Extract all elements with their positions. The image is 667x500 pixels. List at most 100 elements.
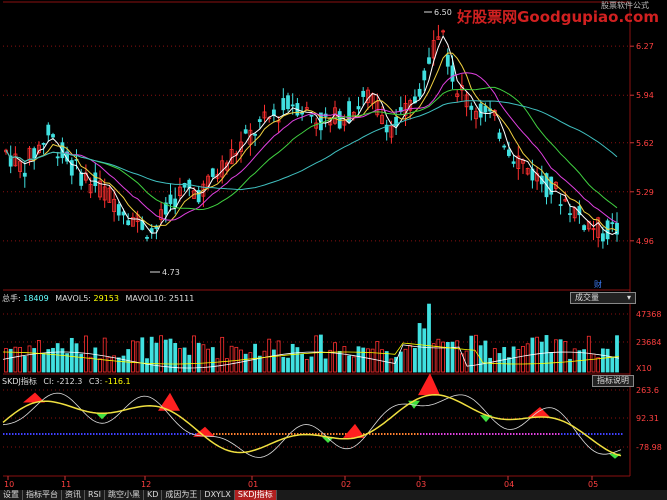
volume-bar: [347, 355, 352, 373]
indicator-zero-dot: [438, 433, 440, 435]
indicator-red-area: [528, 406, 550, 417]
volume-bar: [130, 340, 135, 373]
candle-body: [93, 172, 98, 187]
indicator-zero-dot: [60, 433, 62, 435]
tab-0[interactable]: 设置: [0, 490, 23, 500]
tab-4[interactable]: 跳空小黑: [105, 490, 144, 500]
candle-body: [568, 213, 572, 216]
indicator-zero-dot: [228, 433, 230, 435]
indicator-zero-dot: [540, 433, 542, 435]
indicator-zero-dot: [531, 433, 533, 435]
indicator-zero-dot: [294, 433, 296, 435]
time-tick-label: 10: [4, 480, 14, 489]
volume-bar: [314, 335, 319, 373]
c3-label: C3:: [88, 377, 103, 386]
volume-bar: [427, 303, 431, 373]
volume-bar: [41, 353, 46, 373]
indicator-zero-dot: [150, 433, 152, 435]
indicator-zero-dot: [339, 433, 341, 435]
tab-5[interactable]: KD: [144, 490, 163, 500]
indicator-zero-dot: [102, 433, 104, 435]
indicator-zero-dot: [33, 433, 35, 435]
indicator-zero-dot: [162, 433, 164, 435]
volume-bar: [554, 339, 558, 373]
time-tick-label: 04: [504, 480, 514, 489]
volume-bar: [224, 358, 229, 373]
candle-body: [450, 65, 455, 82]
indicator-zero-dot: [495, 433, 497, 435]
candle-body: [182, 183, 187, 188]
indicator-zero-dot: [561, 433, 563, 435]
volume-bar: [394, 356, 399, 373]
indicator-zero-dot: [342, 433, 344, 435]
volume-bar: [521, 345, 525, 373]
indicator-zero-dot: [66, 433, 68, 435]
volume-bar: [469, 335, 474, 373]
candle-body: [582, 225, 586, 231]
indicator-zero-dot: [591, 433, 593, 435]
volume-bar: [417, 323, 422, 373]
volume-bar: [455, 340, 460, 373]
volume-bar: [74, 343, 79, 373]
indicator-zero-dot: [474, 433, 476, 435]
indicator-zero-dot: [450, 433, 452, 435]
total-volume-label: 总手:: [2, 294, 21, 303]
volume-bar: [32, 348, 37, 373]
indicator-zero-dot: [45, 433, 47, 435]
indicator-zero-dot: [93, 433, 95, 435]
indicator-green-area: [96, 413, 108, 420]
volume-bar: [27, 345, 32, 373]
indicator-zero-dot: [36, 433, 38, 435]
indicator-zero-dot: [546, 433, 548, 435]
indicator-zero-dot: [3, 433, 5, 435]
volume-bar: [271, 349, 276, 373]
indicator-zero-dot: [381, 433, 383, 435]
indicator-zero-dot: [120, 433, 122, 435]
indicator-zero-dot: [564, 433, 566, 435]
indicator-zero-dot: [549, 433, 551, 435]
volume-bar: [323, 358, 328, 373]
indicator-zero-dot: [609, 433, 611, 435]
volume-bar: [356, 346, 361, 373]
indicator-help-button[interactable]: 指标说明: [592, 375, 634, 387]
candle-body: [46, 124, 51, 136]
tab-3[interactable]: RSI: [85, 490, 105, 500]
indicator-zero-dot: [273, 433, 275, 435]
indicator-zero-dot: [573, 433, 575, 435]
candle-body: [361, 90, 366, 97]
indicator-zero-dot: [384, 433, 386, 435]
candle-body: [168, 194, 173, 205]
volume-selector-dropdown[interactable]: 成交量 ▾: [570, 292, 636, 304]
tab-8[interactable]: SKDJ指标: [234, 490, 277, 500]
volume-bar: [516, 349, 521, 373]
indicator-zero-dot: [222, 433, 224, 435]
indicator-zero-dot: [552, 433, 554, 435]
tab-2[interactable]: 资讯: [62, 490, 85, 500]
volume-bar: [610, 356, 615, 373]
tab-6[interactable]: 成因为王: [162, 490, 202, 500]
indicator-zero-dot: [123, 433, 125, 435]
indicator-zero-dot: [72, 433, 74, 435]
tab-1[interactable]: 指标平台: [23, 490, 62, 500]
price-tick-label: 5.29: [636, 188, 654, 197]
indicator-zero-dot: [105, 433, 107, 435]
indicator-zero-dot: [63, 433, 65, 435]
candle-body: [469, 105, 474, 110]
price-tick-label: 5.94: [636, 91, 654, 100]
volume-bar: [328, 349, 333, 373]
indicator-zero-dot: [126, 433, 128, 435]
indicator-zero-dot: [393, 433, 395, 435]
tab-7[interactable]: DXYLX: [201, 490, 235, 500]
c3-value: -116.1: [104, 377, 131, 386]
indicator-zero-dot: [399, 433, 401, 435]
volume-bar: [506, 357, 511, 373]
volume-bar: [290, 343, 295, 373]
volume-bar: [300, 353, 305, 373]
volume-bar: [361, 347, 366, 373]
candle-body: [445, 54, 450, 67]
indicator-zero-dot: [171, 433, 173, 435]
volume-bar: [337, 351, 342, 373]
volume-bar: [192, 335, 196, 373]
moving-average-lines: [5, 34, 618, 236]
volume-bar: [210, 347, 215, 373]
